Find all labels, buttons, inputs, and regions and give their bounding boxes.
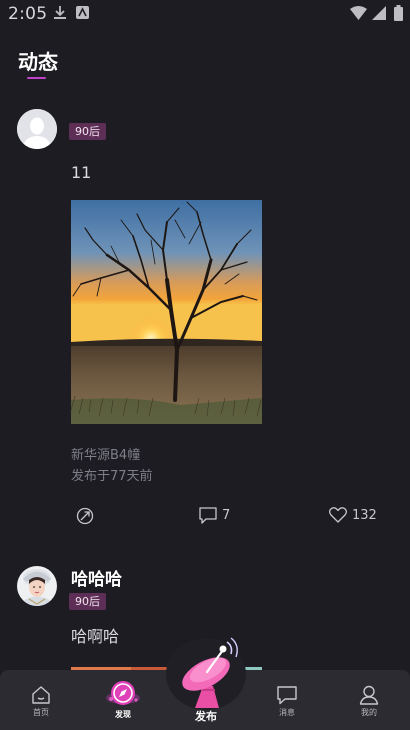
age-badge: 90后 <box>69 123 106 140</box>
status-time: 2:05 <box>8 4 48 24</box>
comment-count: 7 <box>222 508 231 523</box>
post-location: 新华源B4幢 <box>71 448 141 463</box>
share-icon <box>76 507 94 525</box>
nav-item-profile[interactable]: 我的 <box>328 670 410 730</box>
post-photo[interactable] <box>71 200 262 424</box>
page-title[interactable]: 动态 <box>18 46 58 75</box>
default-avatar-icon <box>17 109 57 149</box>
publish-button[interactable]: 发布 <box>165 634 247 730</box>
nav-label-profile: 我的 <box>361 708 377 717</box>
signal-icon <box>372 6 386 20</box>
user-photo-avatar <box>17 566 57 606</box>
comment-button[interactable]: 7 <box>199 507 230 524</box>
nav-item-discover[interactable]: 发现 <box>82 670 164 730</box>
chat-icon <box>277 686 297 705</box>
nav-label-publish: 发布 <box>195 710 217 723</box>
home-icon <box>32 686 50 704</box>
status-bar: 2:05 <box>0 0 410 28</box>
nav-item-messages[interactable]: 消息 <box>246 670 328 730</box>
post-text: 哈啊哈 <box>71 627 120 646</box>
nav-label-home: 首页 <box>33 708 49 717</box>
like-count: 132 <box>352 507 377 523</box>
user-icon <box>359 685 379 705</box>
compass-icon <box>106 681 140 705</box>
username[interactable]: 哈哈哈 <box>71 565 122 590</box>
share-button[interactable] <box>76 507 94 525</box>
app-notification-icon <box>76 6 89 19</box>
tab-indicator <box>27 77 46 79</box>
nav-item-home[interactable]: 首页 <box>0 670 82 730</box>
age-badge: 90后 <box>69 593 106 610</box>
avatar[interactable] <box>17 109 57 149</box>
post-time: 发布于77天前 <box>71 469 153 484</box>
nav-label-discover: 发现 <box>115 710 131 719</box>
wifi-icon <box>350 6 367 20</box>
battery-icon <box>394 5 403 21</box>
like-button[interactable]: 132 <box>329 507 377 523</box>
nav-label-messages: 消息 <box>279 708 295 717</box>
download-icon <box>54 6 66 19</box>
satellite-dish-icon <box>166 637 246 710</box>
post-text: 11 <box>71 163 92 182</box>
avatar[interactable] <box>17 566 57 606</box>
heart-icon <box>329 507 347 523</box>
sunset-tree-image <box>71 200 262 424</box>
comment-icon <box>199 507 217 524</box>
